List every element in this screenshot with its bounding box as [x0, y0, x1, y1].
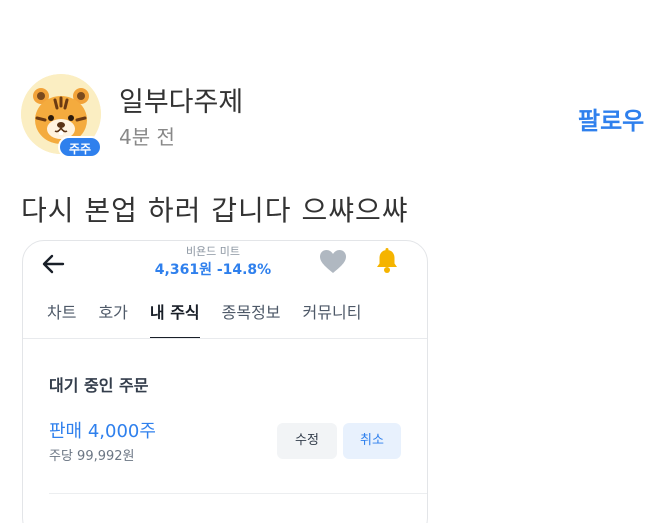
tab-stock-info[interactable]: 종목정보	[222, 301, 281, 339]
heart-icon	[320, 250, 346, 273]
follow-button[interactable]: 팔로우	[578, 101, 644, 136]
tab-community[interactable]: 커뮤니티	[303, 301, 362, 339]
order-divider	[49, 493, 427, 494]
post-text: 다시 본업 하러 갑니다 으쌰으쌰	[21, 194, 409, 227]
order-summary: 판매 4,000주	[49, 421, 156, 442]
tab-my-stock[interactable]: 내 주식	[149, 301, 200, 339]
post-timestamp: 4분 전	[119, 125, 175, 149]
tabs-divider	[23, 338, 427, 339]
avatar-wrap[interactable]: 주주	[21, 74, 103, 160]
attached-screenshot[interactable]: 비욘드 미트 4,361원 -14.8% 차트 호가 내 주식 종목정보 커뮤니…	[22, 240, 428, 523]
tab-chart[interactable]: 차트	[47, 301, 76, 339]
shareholder-badge: 주주	[58, 136, 102, 158]
order-price-per-share: 주당 99,992원	[49, 449, 135, 464]
notification-button[interactable]	[373, 247, 401, 275]
cancel-order-button[interactable]: 취소	[343, 423, 401, 459]
stock-tabs: 차트 호가 내 주식 종목정보 커뮤니티	[47, 301, 383, 341]
favorite-button[interactable]	[319, 249, 347, 275]
bell-icon	[377, 248, 397, 273]
pending-orders-title: 대기 중인 주문	[49, 376, 149, 395]
username[interactable]: 일부다주제	[119, 80, 243, 119]
tab-orderbook[interactable]: 호가	[98, 301, 127, 339]
edit-order-button[interactable]: 수정	[277, 423, 337, 459]
